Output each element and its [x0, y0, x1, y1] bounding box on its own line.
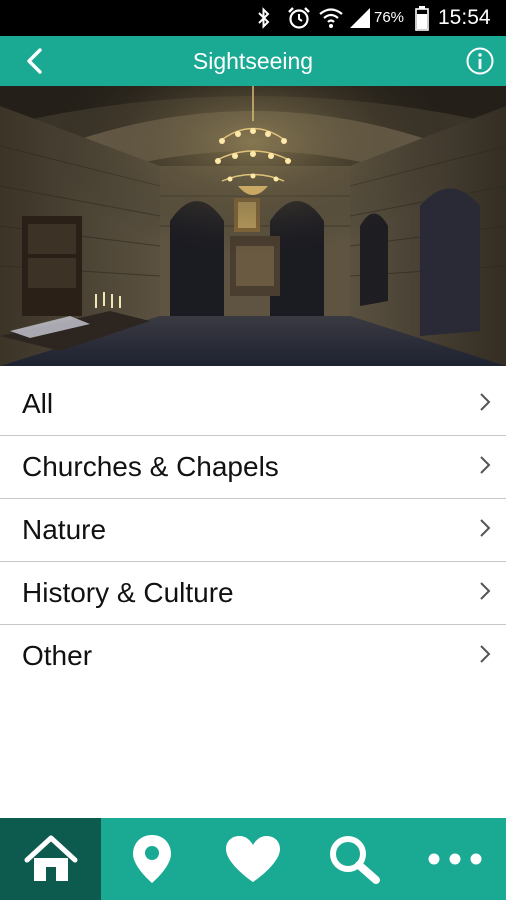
- category-label: History & Culture: [22, 577, 234, 608]
- category-label: All: [22, 388, 54, 419]
- page-title: Sightseeing: [192, 48, 314, 74]
- category-label: Churches & Chapels: [22, 451, 279, 482]
- info-icon: [466, 47, 494, 75]
- category-label: Other: [22, 640, 93, 671]
- chevron-right-icon: [480, 519, 491, 537]
- back-arrow-icon: [27, 48, 42, 74]
- info-button[interactable]: [462, 43, 498, 79]
- hero-image: [0, 86, 506, 366]
- category-item-all[interactable]: All: [0, 373, 506, 436]
- category-item-churches-chapels[interactable]: Churches & Chapels: [0, 436, 506, 499]
- map-pin-icon: [132, 835, 171, 883]
- alarm-icon: [284, 0, 314, 36]
- app-bar: Sightseeing: [0, 36, 506, 86]
- status-bar: 76% 15:54: [0, 0, 506, 36]
- chevron-right-icon: [480, 393, 491, 411]
- tab-search[interactable]: [304, 818, 405, 900]
- category-item-nature[interactable]: Nature: [0, 499, 506, 562]
- chevron-right-icon: [480, 645, 491, 663]
- search-icon: [330, 836, 381, 884]
- status-time: 15:54: [438, 6, 491, 29]
- category-item-other[interactable]: Other: [0, 625, 506, 687]
- tab-home[interactable]: [0, 818, 102, 900]
- chapel-interior-image: [0, 86, 506, 366]
- category-item-history-culture[interactable]: History & Culture: [0, 562, 506, 625]
- bluetooth-icon: [252, 0, 276, 36]
- category-label: Nature: [22, 514, 107, 545]
- signal-icon: [348, 0, 372, 36]
- battery-icon: [411, 0, 433, 36]
- category-list: All Churches & Chapels Nature History & …: [0, 373, 506, 687]
- chevron-right-icon: [480, 582, 491, 600]
- home-icon: [24, 835, 78, 881]
- screen: 76% 15:54 Sightseeing All Churches & Cha…: [0, 0, 506, 900]
- battery-percent: 76%: [374, 9, 405, 26]
- chevron-right-icon: [480, 456, 491, 474]
- more-icon: [428, 853, 482, 865]
- tab-favorites[interactable]: [202, 818, 303, 900]
- heart-icon: [225, 836, 280, 882]
- tab-map[interactable]: [101, 818, 202, 900]
- back-button[interactable]: [14, 41, 54, 81]
- bottom-nav: [0, 818, 506, 900]
- tab-more[interactable]: [405, 818, 506, 900]
- wifi-icon: [316, 0, 346, 36]
